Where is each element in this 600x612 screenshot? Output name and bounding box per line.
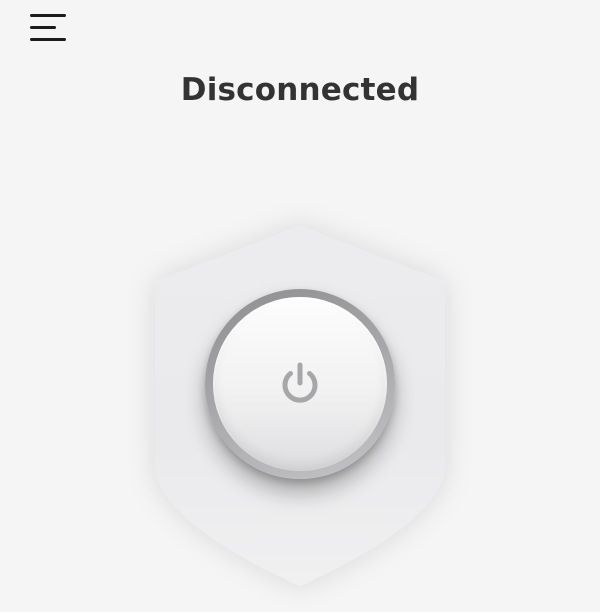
menu-line-bottom <box>30 38 66 41</box>
power-button-face <box>213 297 387 471</box>
power-icon <box>282 362 318 403</box>
connect-power-button[interactable] <box>205 289 395 479</box>
connection-status-title: Disconnected <box>180 72 420 108</box>
menu-line-middle <box>30 26 56 29</box>
hamburger-menu-icon[interactable] <box>26 12 70 46</box>
menu-line-top <box>30 14 66 17</box>
vpn-home-screen: Disconnected <box>0 0 600 612</box>
